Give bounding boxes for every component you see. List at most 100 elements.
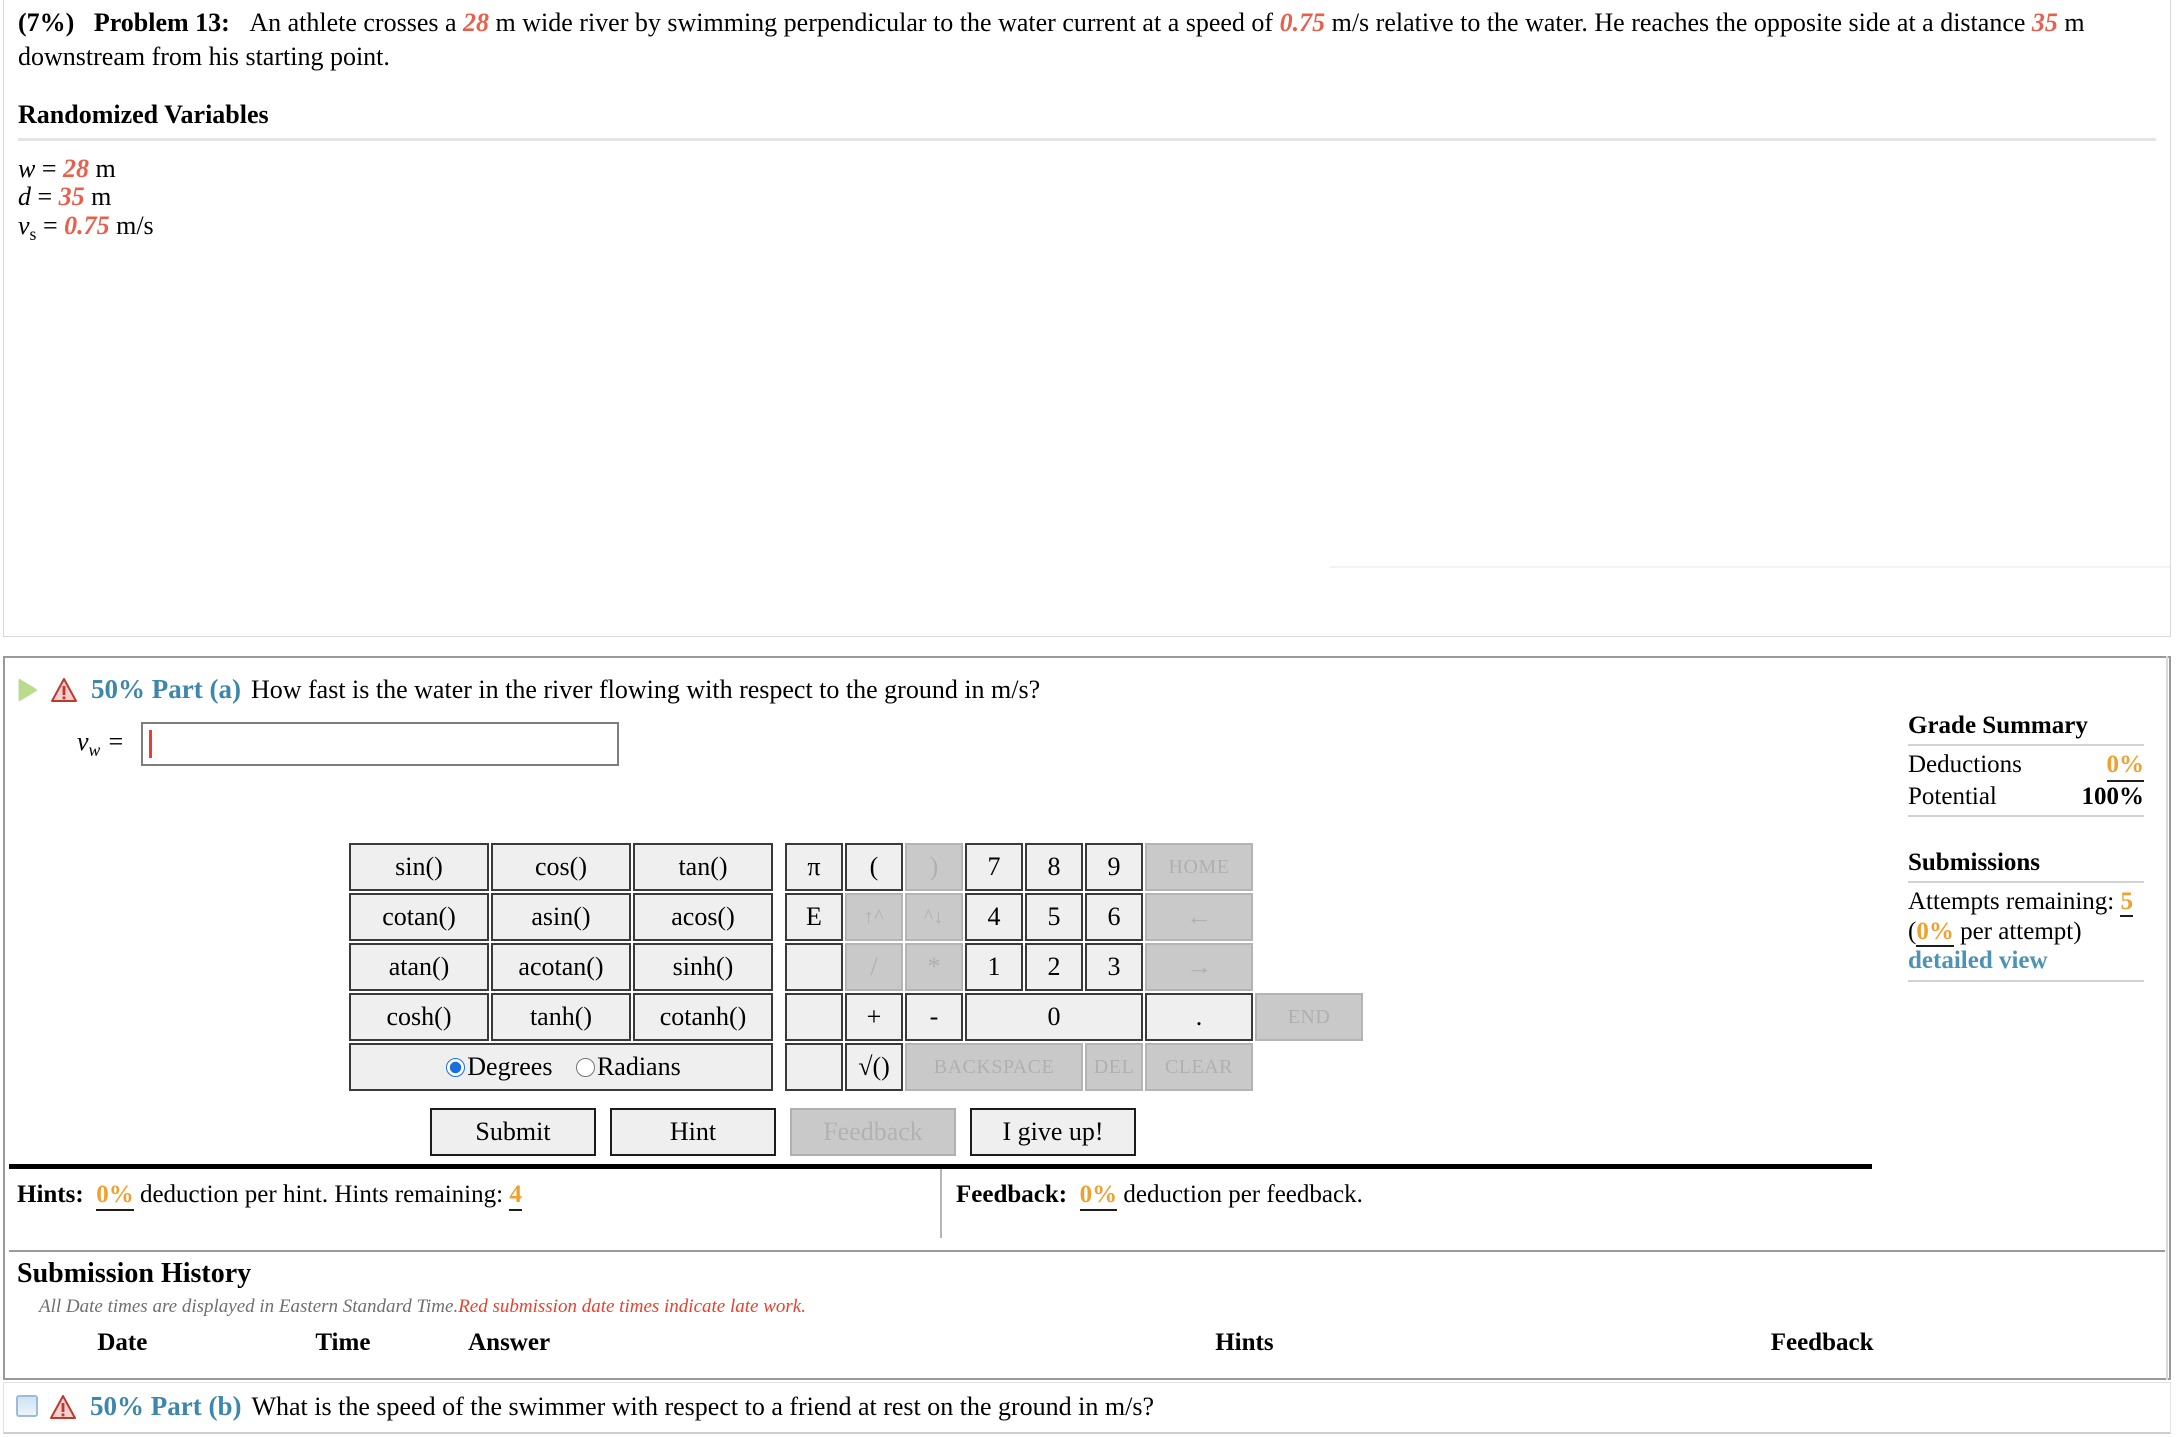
fn-cosh-key[interactable]: cosh() bbox=[349, 993, 489, 1041]
problem-value-speed: 0.75 bbox=[1279, 8, 1326, 37]
problem-statement: (7%) Problem 13: An athlete crosses a 28… bbox=[4, 0, 2170, 74]
randomized-eq-d: = bbox=[31, 182, 59, 212]
key-1[interactable]: 1 bbox=[965, 943, 1023, 991]
grade-divider-2 bbox=[1908, 815, 2144, 817]
submission-history-header-row: Date Time Answer Hints Feedback bbox=[17, 1328, 2121, 1363]
keypad-row: π() 7 8 9 HOME bbox=[785, 843, 1363, 891]
hints-text: deduction per hint. Hints remaining: bbox=[133, 1181, 510, 1208]
decimal-key[interactable]: . bbox=[1145, 993, 1253, 1041]
deductions-row: Deductions 0% bbox=[1908, 750, 2144, 782]
potential-label: Potential bbox=[1908, 782, 1997, 810]
key-9[interactable]: 9 bbox=[1085, 843, 1143, 891]
keypad-func-row: cotan() asin() acos() bbox=[349, 893, 773, 941]
clear-key: CLEAR bbox=[1145, 1043, 1253, 1091]
detailed-view-link[interactable]: detailed view bbox=[1908, 947, 2048, 974]
submit-button[interactable]: Submit bbox=[430, 1108, 596, 1156]
arrow-left-key: ← bbox=[1145, 893, 1253, 941]
randomized-unit-vs: m/s bbox=[109, 210, 154, 240]
answer-label-symbol: v bbox=[77, 726, 89, 756]
text-caret bbox=[148, 730, 152, 758]
problem-percent: (7%) bbox=[18, 8, 75, 37]
key-2[interactable]: 2 bbox=[1025, 943, 1083, 991]
give-up-button[interactable]: I give up! bbox=[970, 1108, 1136, 1156]
per-attempt-value[interactable]: 0% bbox=[1916, 917, 1954, 947]
deductions-label: Deductions bbox=[1908, 751, 2022, 778]
hints-deduction-value[interactable]: 0% bbox=[96, 1181, 134, 1211]
radians-radio[interactable] bbox=[575, 1058, 595, 1077]
attempts-value[interactable]: 5 bbox=[2120, 888, 2133, 917]
submission-history-title: Submission History bbox=[17, 1258, 252, 1289]
plus-key[interactable]: + bbox=[845, 993, 903, 1041]
part-b-percent-label: 50% Part (b) bbox=[90, 1391, 242, 1421]
open-paren-key[interactable]: ( bbox=[845, 843, 903, 891]
randomized-row-d: d = 35 m bbox=[18, 183, 2170, 211]
column-header-date: Date bbox=[97, 1329, 148, 1356]
randomized-eq-vs: = bbox=[36, 210, 65, 240]
play-icon[interactable] bbox=[13, 676, 43, 704]
pi-key[interactable]: π bbox=[785, 843, 843, 891]
key-6[interactable]: 6 bbox=[1085, 893, 1143, 941]
fn-acos-key[interactable]: acos() bbox=[633, 893, 773, 941]
submission-history-panel: Submission History All Date times are di… bbox=[9, 1250, 2165, 1378]
fn-atan-key[interactable]: atan() bbox=[349, 943, 489, 991]
divide-key: / bbox=[845, 943, 903, 991]
key-0[interactable]: 0 bbox=[965, 993, 1143, 1041]
fn-cos-key[interactable]: cos() bbox=[491, 843, 631, 891]
fn-sinh-key[interactable]: sinh() bbox=[633, 943, 773, 991]
exponent-key[interactable]: E bbox=[785, 893, 843, 941]
problem-text-2: m wide river by swimming perpendicular t… bbox=[489, 8, 1280, 37]
column-header-answer: Answer bbox=[468, 1329, 551, 1356]
degrees-label: Degrees bbox=[467, 1052, 553, 1081]
randomized-unit-d: m bbox=[84, 182, 112, 212]
per-attempt-row: (0% per attempt) bbox=[1908, 917, 2144, 947]
attempts-remaining-row: Attempts remaining: 5 bbox=[1908, 887, 2144, 917]
key-4[interactable]: 4 bbox=[965, 893, 1023, 941]
keypad-functions-body: sin() cos() tan() cotan() asin() acos() … bbox=[349, 843, 773, 1091]
degrees-option[interactable]: Degrees bbox=[441, 1052, 552, 1081]
hints-feedback-strip: Hints: 0% deduction per hint. Hints rema… bbox=[9, 1164, 1872, 1238]
hint-button[interactable]: Hint bbox=[610, 1108, 776, 1156]
answer-input[interactable] bbox=[140, 722, 619, 766]
part-b-header: 50% Part (b) What is the speed of the sw… bbox=[12, 1391, 1154, 1422]
minus-key[interactable]: - bbox=[905, 993, 963, 1041]
end-key: END bbox=[1255, 993, 1363, 1041]
fn-asin-key[interactable]: asin() bbox=[491, 893, 631, 941]
hints-remaining-value[interactable]: 4 bbox=[509, 1181, 522, 1211]
sqrt-key[interactable]: √() bbox=[845, 1043, 903, 1091]
keypad-angle-row: Degrees Radians bbox=[349, 1043, 773, 1091]
fn-tan-key[interactable]: tan() bbox=[633, 843, 773, 891]
grade-divider-1 bbox=[1908, 744, 2144, 746]
home-key: HOME bbox=[1145, 843, 1253, 891]
key-5[interactable]: 5 bbox=[1025, 893, 1083, 941]
fn-cotanh-key[interactable]: cotanh() bbox=[633, 993, 773, 1041]
part-b-panel[interactable]: 50% Part (b) What is the speed of the sw… bbox=[3, 1382, 2171, 1434]
key-3[interactable]: 3 bbox=[1085, 943, 1143, 991]
keypad-row: / * 1 2 3 → bbox=[785, 943, 1363, 991]
keypad-func-row: sin() cos() tan() bbox=[349, 843, 773, 891]
deductions-value[interactable]: 0% bbox=[2106, 750, 2144, 782]
note-timezone: All Date times are displayed in Eastern … bbox=[39, 1296, 459, 1317]
fn-cotan-key[interactable]: cotan() bbox=[349, 893, 489, 941]
randomized-val-vs: 0.75 bbox=[64, 210, 110, 240]
key-8[interactable]: 8 bbox=[1025, 843, 1083, 891]
collapsed-box-icon[interactable] bbox=[12, 1393, 42, 1421]
problem-text-1: An athlete crosses a bbox=[249, 8, 464, 37]
randomized-sym-vs: v bbox=[18, 210, 30, 240]
blank-key-3 bbox=[785, 1043, 843, 1091]
grade-summary-title: Grade Summary bbox=[1908, 712, 2088, 739]
grade-summary-panel: Grade Summary Deductions 0% Potential 10… bbox=[1908, 712, 2144, 986]
fn-tanh-key[interactable]: tanh() bbox=[491, 993, 631, 1041]
degrees-radio[interactable] bbox=[446, 1058, 466, 1077]
radians-option[interactable]: Radians bbox=[571, 1052, 681, 1081]
problem-value-distance: 35 bbox=[2031, 8, 2058, 37]
fn-sin-key[interactable]: sin() bbox=[349, 843, 489, 891]
feedback-deduction-value[interactable]: 0% bbox=[1079, 1181, 1118, 1211]
radians-label: Radians bbox=[596, 1052, 681, 1081]
note-late-work: Red submission date times indicate late … bbox=[458, 1296, 806, 1317]
grade-divider-3 bbox=[1908, 881, 2144, 883]
key-7[interactable]: 7 bbox=[965, 843, 1023, 891]
submission-history-table: Date Time Answer Hints Feedback bbox=[17, 1328, 2121, 1363]
answer-label-subscript: w bbox=[88, 740, 101, 761]
fn-acotan-key[interactable]: acotan() bbox=[491, 943, 631, 991]
potential-row: Potential 100% bbox=[1908, 782, 2144, 812]
